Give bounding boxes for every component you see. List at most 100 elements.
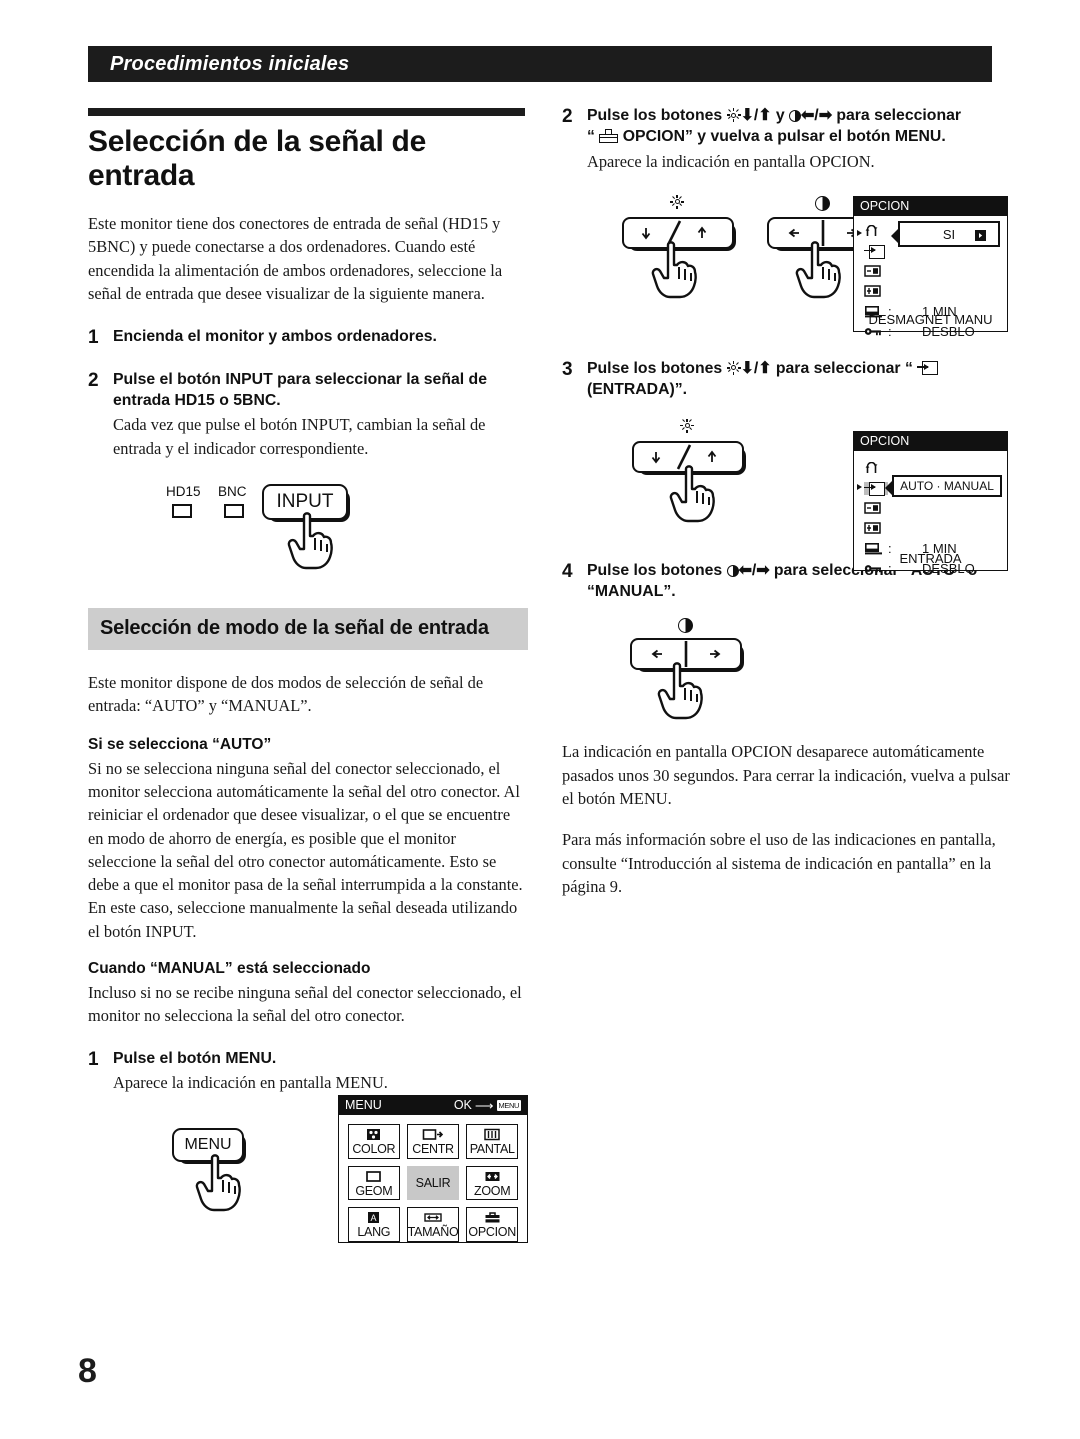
svg-text:A: A: [371, 1213, 377, 1223]
opcion-toolbox-icon: [599, 128, 619, 143]
entrada-input-icon: [917, 360, 939, 375]
auto-heading: Si se selecciona “AUTO”: [88, 735, 272, 753]
opcion-callout-1: SI: [891, 221, 1000, 247]
manual-paragraph: Incluso si no se recibe ninguna señal de…: [88, 983, 522, 1026]
arrow-left-icon: ⬅: [801, 107, 815, 124]
menu-cell-label: COLOR: [352, 1142, 396, 1156]
opcion-osd-panel-1: OPCION: 1 MIN: DESBLO SI DESMAGNET MAN…: [853, 196, 1008, 339]
opcion-row-h-moire[interactable]: [864, 498, 1007, 518]
arrow-down-icon: ⬇: [740, 107, 754, 124]
step-title: Pulse el botón MENU.: [113, 1049, 277, 1067]
v-moire-icon: [864, 522, 888, 534]
step-title-part: y: [775, 107, 785, 124]
auto-paragraph: Si no se selecciona ninguna señal del co…: [88, 758, 523, 941]
step-title-part: Pulse los botones: [587, 359, 723, 377]
degauss-icon: [864, 461, 888, 475]
step-title-part: “: [587, 127, 595, 145]
closing-paragraph-2: Para más información sobre el uso de las…: [562, 830, 996, 896]
pointing-hand-icon: [668, 463, 722, 525]
pointing-hand-icon: [656, 660, 710, 722]
title-rule: [88, 108, 525, 116]
hd15-label: HD15: [166, 484, 201, 500]
arrow-up-icon: ⬆: [758, 107, 772, 124]
geom-icon: [349, 1170, 399, 1184]
arrow-right-icon: ⟶: [474, 1097, 494, 1113]
brightness-icon: [726, 108, 741, 122]
pointing-hand-icon: [650, 239, 704, 301]
pointing-hand-icon: [194, 1152, 248, 1214]
menu-cell-lang[interactable]: A LANG: [348, 1207, 400, 1242]
menu-cell-label: TAMAÑO: [407, 1225, 459, 1239]
menu-cell-geom[interactable]: GEOM: [348, 1165, 400, 1200]
step-menu: 1 Pulse el botón MENU. Aparece la indica…: [88, 1049, 528, 1095]
bnc-indicator-icon: [224, 504, 244, 519]
page-number: 8: [78, 1352, 97, 1390]
cursor-pointer-icon: [857, 230, 862, 236]
step-title: Encienda el monitor y ambos ordenadores.: [113, 328, 437, 346]
step-number: 1: [88, 1048, 99, 1070]
menu-cell-label: LANG: [357, 1225, 391, 1239]
input-button-illustration: HD15 BNC INPUT: [166, 482, 528, 590]
step-2: 2 Pulse el botón INPUT para seleccionar …: [88, 370, 528, 460]
bnc-label: BNC: [218, 484, 247, 500]
step-title-part: OPCION” y vuelva a pulsar el botón MENU.: [622, 127, 946, 145]
pantal-icon: [467, 1128, 517, 1142]
menu-key-icon: MENU: [496, 1099, 521, 1111]
v-moire-icon: [864, 285, 888, 297]
opcion-row-v-moire[interactable]: [864, 281, 1007, 301]
menu-cell-opcion[interactable]: OPCION: [466, 1207, 518, 1242]
step-number: 2: [562, 106, 573, 127]
menu-cell-label: ZOOM: [474, 1183, 511, 1198]
menu-osd-grid: COLOR CENTR PANTAL GEOM SALIR ZOOM A LAN…: [339, 1115, 527, 1251]
callout-right-arrow-icon: [975, 230, 986, 241]
centr-icon: [408, 1128, 459, 1142]
menu-cell-pantal[interactable]: PANTAL: [466, 1124, 518, 1159]
mode-intro-paragraph: Este monitor dispone de dos modos de sel…: [88, 673, 484, 716]
pointing-hand-icon: [286, 510, 340, 572]
menu-cell-label: OPCION: [468, 1225, 516, 1239]
brightness-icon: [726, 360, 741, 375]
contrast-icon: [726, 564, 739, 577]
manual-heading: Cuando “MANUAL” está seleccionado: [88, 960, 371, 978]
opcion-osd-titlebar-1: OPCION: [854, 197, 1007, 216]
callout-beak-icon: [891, 227, 900, 245]
menu-cell-centr[interactable]: CENTR: [406, 1124, 460, 1159]
opcion-icon: [467, 1211, 517, 1225]
step-title: Pulse el botón INPUT para seleccionar la…: [113, 370, 487, 409]
entrada-icon: [864, 244, 888, 259]
page-title: Selección de la señal de entrada: [88, 125, 426, 192]
contrast-symbol-icon: [678, 618, 693, 636]
left-column: Selección de la señal de entrada Este mo…: [88, 108, 528, 1109]
cursor-pointer-icon: [857, 484, 862, 490]
opcion-row-v-moire[interactable]: [864, 518, 1007, 538]
arrow-up-icon: ⬆: [758, 359, 772, 377]
opcion-row-h-moire[interactable]: [864, 261, 1007, 281]
step-title-part: Pulse los botones: [587, 107, 723, 124]
opcion-osd-body-1: : 1 MIN : DESBLO SI DESMAGNET MANU: [854, 216, 1007, 339]
step-title-part: para seleccionar: [836, 107, 962, 124]
callout-value: SI: [942, 226, 956, 242]
menu-cell-color[interactable]: COLOR: [348, 1124, 400, 1159]
h-moire-icon: [864, 265, 888, 277]
arrow-left-icon: ⬅: [738, 561, 752, 579]
arrow-down-icon: ⬇: [740, 359, 754, 377]
step-title: Pulse los botones ⬇/⬆ para seleccionar “…: [587, 359, 1012, 401]
section-subheading: Selección de modo de la señal de entrada: [88, 608, 528, 651]
step-number: 1: [88, 327, 99, 349]
closing-paragraph-1: La indicación en pantalla OPCION desapar…: [562, 742, 1010, 808]
opcion-callout-2: AUTO · MANUAL: [885, 475, 1002, 497]
menu-cell-tamano[interactable]: TAMAÑO: [406, 1207, 460, 1242]
pointing-hand-icon: [794, 239, 848, 301]
lock-key-icon: [864, 326, 888, 337]
lang-icon: A: [349, 1211, 399, 1225]
opcion-footer-2: ENTRADA: [899, 551, 962, 566]
callout-beak-icon: [885, 479, 894, 497]
step-2-right: 2 Pulse los botones ⬇/⬆ y ⬅/➡ para selec…: [562, 106, 1012, 173]
menu-cell-salir[interactable]: SALIR: [406, 1165, 460, 1200]
color-icon: [349, 1128, 399, 1142]
menu-cell-label: CENTR: [412, 1142, 454, 1156]
menu-cell-zoom[interactable]: ZOOM: [466, 1165, 518, 1200]
step-detail: Cada vez que pulse el botón INPUT, cambi…: [113, 415, 486, 458]
step-title-part: para seleccionar “: [775, 359, 913, 377]
step-title-part: Pulse los botones: [587, 561, 723, 579]
